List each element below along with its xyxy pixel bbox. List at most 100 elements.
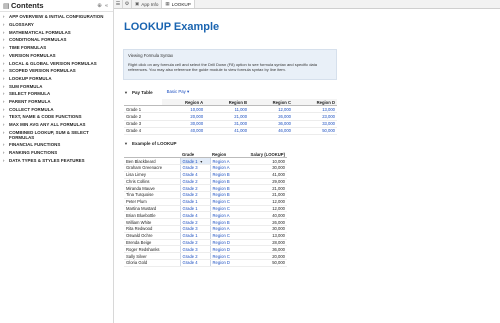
menu-icon[interactable]: ☰ [114,0,123,8]
region-cell[interactable]: Region D [210,239,240,247]
sidebar-item[interactable]: › TEXT, NAME & CODE FUNCTIONS [0,113,113,121]
sidebar-item[interactable]: › MAX MIN AVG ANY ALL FORMULAS [0,121,113,129]
sidebar-item[interactable]: › RANKING FUNCTIONS [0,149,113,157]
grade-value: Grade 1 [182,233,198,239]
expand-icon[interactable]: ⊕ [96,3,103,9]
tab-lookup[interactable]: ▦ LOOKUP [162,0,195,8]
sidebar-item[interactable]: › COMBINED LOOKUP, SUM & SELECT FORMULAS [0,128,113,141]
value-cell[interactable]: 50,000 [293,127,337,135]
table-row: Rita Redwood Grade 3 Region A 30,000 [124,225,287,233]
sidebar-item[interactable]: › CONDITIONAL FORMULAS [0,36,113,44]
grade-cell[interactable]: Grade 1 [179,198,211,206]
value-cell[interactable]: 11,000 [205,105,250,114]
region-cell[interactable]: Region A [210,211,240,220]
value-cell[interactable]: 41,000 [205,127,250,135]
value-cell[interactable]: 46,000 [249,127,294,135]
lookup-section-header: ▼ Example of LOOKUP [124,141,176,146]
grade-value: Grade 3 [182,165,198,171]
value-cell[interactable]: 12,000 [249,105,294,114]
value-cell[interactable]: 10,000 [161,105,206,114]
grade-cell[interactable]: Grade 1 [179,205,211,213]
collapse-panel-icon[interactable]: « [103,3,110,9]
grade-cell[interactable]: Grade 4 [179,171,211,179]
sidebar-item[interactable]: › SUM FORMULA [0,82,113,90]
value-cell[interactable]: 30,000 [161,120,206,128]
tab-label: LOOKUP [171,1,191,7]
sidebar-item[interactable]: › LOOKUP FORMULA [0,75,113,83]
tab-app-info[interactable]: ▣ App Info [132,0,163,8]
value-cell[interactable]: 20,000 [161,112,206,121]
salary-cell: 30,000 [240,164,287,172]
region-cell[interactable]: Region B [210,184,240,193]
salary-cell: 21,000 [240,191,287,199]
region-cell[interactable]: Region B [210,178,240,186]
sidebar-item[interactable]: › LOCAL & GLOBAL VERSION FORMULAS [0,59,113,67]
sidebar-item-label: PARENT FORMULA [9,98,51,104]
sidebar-item[interactable]: › SCOPED VERSION FORMULAS [0,67,113,75]
grade-cell[interactable]: Grade 4 [179,211,211,220]
region-cell[interactable]: Region C [210,198,240,206]
grade-cell[interactable]: Grade 2 [179,239,211,247]
grade-cell[interactable]: Grade 3 [179,225,211,233]
grade-cell[interactable]: Grade 2 [179,178,211,186]
value-cell[interactable]: 40,000 [161,127,206,135]
table-row: Ben Blackbeard Grade 1 ▼ Region A 10,000 [124,157,287,165]
table-row: William White Grade 2 Region B 26,000 [124,218,287,226]
grade-cell[interactable]: Grade 2 [179,191,211,199]
sidebar-item[interactable]: › COLLECT FORMULA [0,105,113,113]
sidebar-item[interactable]: › FINANCIAL FUNCTIONS [0,141,113,149]
grade-cell[interactable]: Grade 3 [179,164,211,172]
sidebar-item[interactable]: › SELECT FORMULA [0,90,113,98]
region-header: Region [210,151,240,159]
grade-value: Grade 3 [182,226,198,232]
employee-name: Tina Turquoise [124,191,180,199]
value-cell[interactable]: 13,000 [293,105,337,114]
column-header: Region B [205,99,250,107]
region-cell[interactable]: Region B [210,171,240,179]
region-cell[interactable]: Region A [210,157,240,165]
value-cell[interactable]: 21,000 [205,112,250,121]
grade-value: Grade 4 [182,260,198,266]
sidebar-item[interactable]: › MATHEMATICAL FORMULAS [0,28,113,36]
grade-cell[interactable]: Grade 3 [179,245,211,254]
table-row: Miranda Mauve Grade 2 Region B 21,000 [124,184,287,193]
value-cell[interactable]: 36,000 [249,120,294,128]
grade-cell[interactable]: Grade 1 [179,232,211,240]
value-cell[interactable]: 26,000 [249,112,294,121]
row-label: Grade 2 [124,112,162,121]
grade-cell[interactable]: Grade 2 [179,252,211,260]
sidebar-item[interactable]: › GLOSSARY [0,21,113,29]
region-cell[interactable]: Region A [210,164,240,172]
salary-cell: 20,000 [240,252,287,260]
view-selector[interactable]: Basic Pay ▾ [167,89,189,95]
sidebar-item[interactable]: › TIME FORMULAS [0,44,113,52]
region-cell[interactable]: Region B [210,218,240,226]
value-cell[interactable]: 23,000 [293,112,337,121]
collapse-toggle-icon[interactable]: ▼ [124,90,128,95]
sidebar-item[interactable]: › VERSION FORMULAS [0,51,113,59]
region-cell[interactable]: Region A [210,225,240,233]
region-cell[interactable]: Region C [210,232,240,240]
grade-cell[interactable]: Grade 4 [179,259,211,267]
grade-cell[interactable]: Grade 2 [179,184,211,193]
salary-cell: 40,000 [240,211,287,220]
dropdown-arrow-icon[interactable]: ▼ [200,160,203,164]
pay-table-section-header: ▼ Pay Table Basic Pay ▾ [124,89,189,95]
collapse-toggle-icon[interactable]: ▼ [124,141,128,146]
region-cell[interactable]: Region B [210,191,240,199]
grade-cell[interactable]: Grade 1 ▼ [179,157,211,165]
info-box: Viewing Formula Syntax Right click on an… [123,49,337,80]
sidebar-item[interactable]: › DATA TYPES & STYLES FEATURES [0,156,113,164]
value-cell[interactable]: 31,000 [205,120,250,128]
region-cell[interactable]: Region C [210,252,240,260]
sidebar-item[interactable]: › APP OVERVIEW & INITIAL CONFIGURATION [0,13,113,21]
region-cell[interactable]: Region C [210,205,240,213]
region-cell[interactable]: Region D [210,245,240,254]
sidebar-item[interactable]: › PARENT FORMULA [0,98,113,106]
row-label: Grade 4 [124,127,162,135]
value-cell[interactable]: 33,000 [293,120,337,128]
settings-icon[interactable]: ⚙ [123,0,132,8]
region-cell[interactable]: Region D [210,259,240,267]
name-header [124,151,180,159]
grade-cell[interactable]: Grade 2 [179,218,211,226]
